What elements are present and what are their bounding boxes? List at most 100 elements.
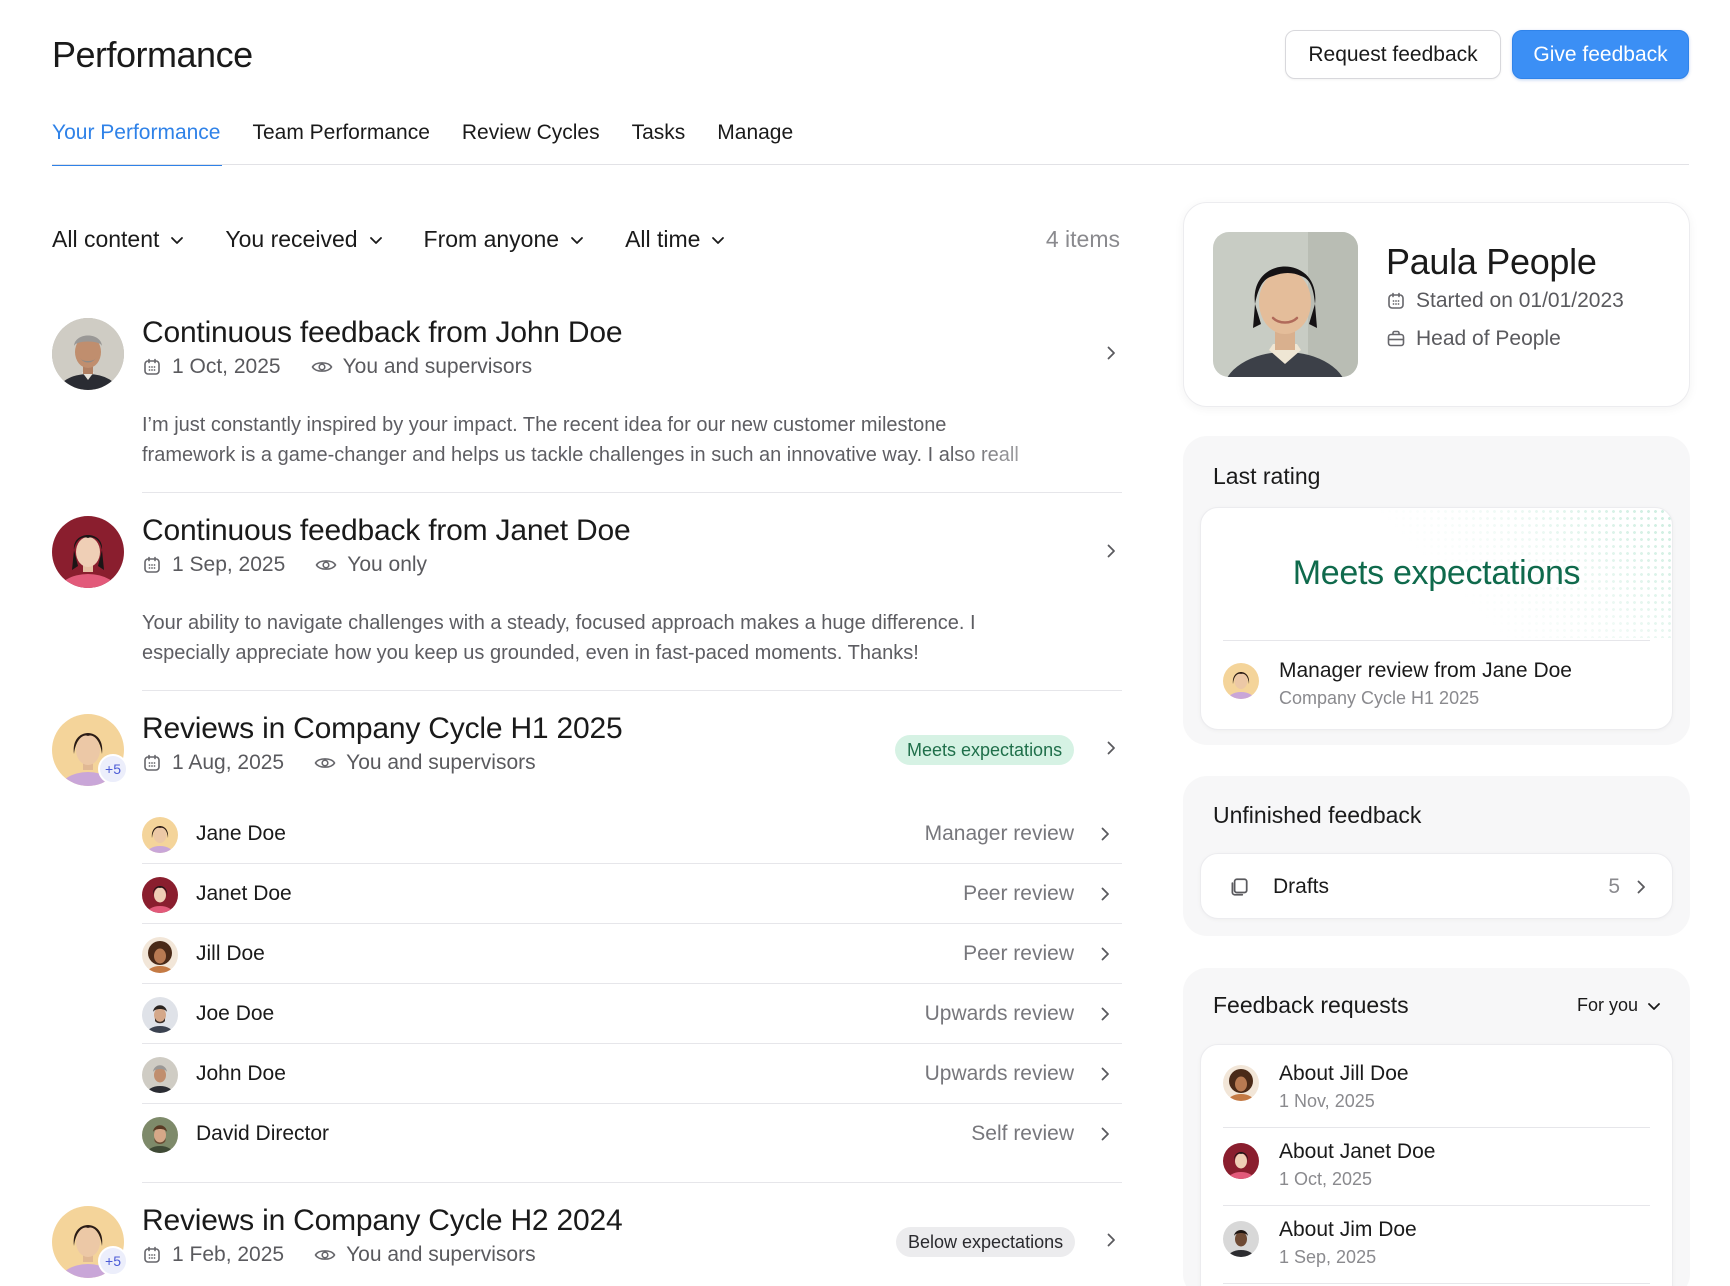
chevron-down-icon [569, 232, 585, 248]
filter-source-dropdown[interactable]: From anyone [424, 226, 586, 253]
items-count: 4 items [1045, 226, 1120, 252]
feed-item-title: Reviews in Company Cycle H2 2024 [142, 1204, 623, 1237]
divider [142, 690, 1122, 691]
tab-team-performance[interactable]: Team Performance [252, 118, 429, 166]
avatar [142, 997, 178, 1033]
request-date: 1 Oct, 2025 [1279, 1169, 1373, 1189]
calendar-icon [142, 555, 162, 575]
review-row[interactable]: Jill Doe Peer review [142, 924, 1122, 984]
request-date: 1 Sep, 2025 [1279, 1247, 1377, 1267]
avatar [142, 817, 178, 853]
excerpt-line: Your ability to navigate challenges with… [142, 612, 976, 634]
avatar [142, 1057, 178, 1093]
filter-time-dropdown[interactable]: All time [625, 226, 726, 253]
profile-role: Head of People [1386, 327, 1561, 351]
request-feedback-button[interactable]: Request feedback [1285, 30, 1501, 79]
avatar [1223, 1221, 1259, 1257]
reviewer-name: John Doe [196, 1062, 286, 1085]
chevron-down-icon [368, 232, 384, 248]
participants-count-badge: +5 [98, 1246, 128, 1276]
panel-title: Unfinished feedback [1213, 802, 1422, 828]
drafts-label: Drafts [1273, 875, 1330, 898]
chevron-right-icon[interactable] [1102, 542, 1120, 560]
rating-value: Meets expectations [1292, 554, 1581, 592]
chevron-down-icon [710, 232, 726, 248]
feed-item-date: 1 Aug, 2025 [172, 751, 285, 774]
request-title: About Jim Doe [1279, 1218, 1417, 1241]
feed-item-cycle-h2-2024[interactable]: +5 Reviews in Company Cycle H2 2024 1 Fe… [52, 1204, 1122, 1286]
review-type: Peer review [963, 942, 1074, 965]
requests-filter-dropdown[interactable]: For you [1577, 995, 1662, 1016]
excerpt-line: I’m just constantly inspired by your imp… [142, 414, 947, 436]
calendar-icon [1386, 291, 1406, 311]
chevron-right-icon [1096, 1005, 1114, 1023]
tab-your-performance[interactable]: Your Performance [52, 118, 223, 166]
feed-item-excerpt: I’m just constantly inspired by your imp… [142, 410, 1122, 470]
eye-icon [311, 359, 333, 375]
feed-item-date: 1 Sep, 2025 [172, 553, 286, 576]
profile-start-text: Started on 01/01/2023 [1416, 289, 1624, 312]
chevron-right-icon[interactable] [1102, 739, 1120, 757]
page-title: Performance [52, 34, 253, 75]
divider [142, 492, 1122, 493]
feed-item-date: 1 Oct, 2025 [172, 355, 281, 378]
last-rating-card[interactable]: Meets expectations Manager review from J… [1200, 507, 1673, 730]
divider [1223, 1127, 1650, 1128]
reviewer-name: David Director [196, 1122, 330, 1145]
avatar [52, 516, 124, 588]
request-title: About Jill Doe [1279, 1062, 1409, 1085]
panel-title: Last rating [1213, 463, 1321, 489]
feed-item-meta: 1 Aug, 2025 You and supervisors [142, 751, 566, 775]
reviewer-name: Jill Doe [196, 942, 265, 965]
filter-time-label: All time [625, 226, 701, 252]
rating-badge: Meets expectations [895, 735, 1075, 765]
chevron-right-icon [1096, 885, 1114, 903]
rating-source-title: Manager review from Jane Doe [1279, 659, 1572, 682]
eye-icon [314, 755, 336, 771]
chevron-right-icon [1096, 825, 1114, 843]
avatar [52, 318, 124, 390]
chevron-right-icon[interactable] [1102, 1231, 1120, 1249]
requests-filter-label: For you [1576, 995, 1638, 1015]
feed-item-visibility: You and supervisors [342, 355, 533, 378]
feed-item-title: Continuous feedback from John Doe [142, 316, 623, 349]
reviewer-name: Janet Doe [196, 882, 292, 905]
review-type: Manager review [924, 822, 1074, 845]
give-feedback-button[interactable]: Give feedback [1512, 30, 1689, 79]
filter-content-dropdown[interactable]: All content [52, 226, 185, 253]
feed-item-title: Reviews in Company Cycle H1 2025 [142, 712, 623, 745]
tab-tasks[interactable]: Tasks [632, 118, 686, 166]
request-date: 1 Nov, 2025 [1279, 1091, 1375, 1111]
review-row[interactable]: Jane Doe Manager review [142, 804, 1122, 864]
feed-item-excerpt: Your ability to navigate challenges with… [142, 608, 1122, 668]
profile-card: Paula People Started on 01/01/2023 Head … [1183, 202, 1690, 407]
eye-icon [314, 1247, 336, 1263]
chevron-down-icon [169, 232, 185, 248]
calendar-icon [142, 1245, 162, 1265]
copy-icon [1228, 876, 1250, 898]
filter-bar: All content You received From anyone All… [52, 226, 766, 253]
tab-bar: Your Performance Team Performance Review… [52, 118, 825, 166]
review-row[interactable]: David Director Self review [142, 1104, 1122, 1164]
chevron-right-icon[interactable] [1102, 344, 1120, 362]
last-rating-panel: Last rating Meets expectations Manager r… [1183, 436, 1690, 745]
filter-direction-dropdown[interactable]: You received [225, 226, 383, 253]
filter-direction-label: You received [225, 226, 358, 252]
review-row[interactable]: John Doe Upwards review [142, 1044, 1122, 1104]
drafts-row[interactable]: Drafts 5 [1200, 853, 1673, 919]
tab-review-cycles[interactable]: Review Cycles [462, 118, 600, 166]
rating-source-cycle: Company Cycle H1 2025 [1279, 688, 1480, 708]
divider [142, 1182, 1122, 1183]
profile-photo [1213, 232, 1358, 377]
avatar [1223, 1143, 1259, 1179]
chevron-right-icon [1096, 1125, 1114, 1143]
avatar [142, 937, 178, 973]
review-row[interactable]: Janet Doe Peer review [142, 864, 1122, 924]
tab-divider [52, 164, 1689, 165]
tab-manage[interactable]: Manage [717, 118, 793, 166]
reviewer-name: Joe Doe [196, 1002, 275, 1025]
feed-item-meta: 1 Oct, 2025 You and supervisors [142, 355, 562, 379]
feed-item-janet-doe[interactable]: Continuous feedback from Janet Doe 1 Sep… [52, 514, 1122, 691]
feed-item-john-doe[interactable]: Continuous feedback from John Doe 1 Oct,… [52, 316, 1122, 493]
review-row[interactable]: Joe Doe Upwards review [142, 984, 1122, 1044]
